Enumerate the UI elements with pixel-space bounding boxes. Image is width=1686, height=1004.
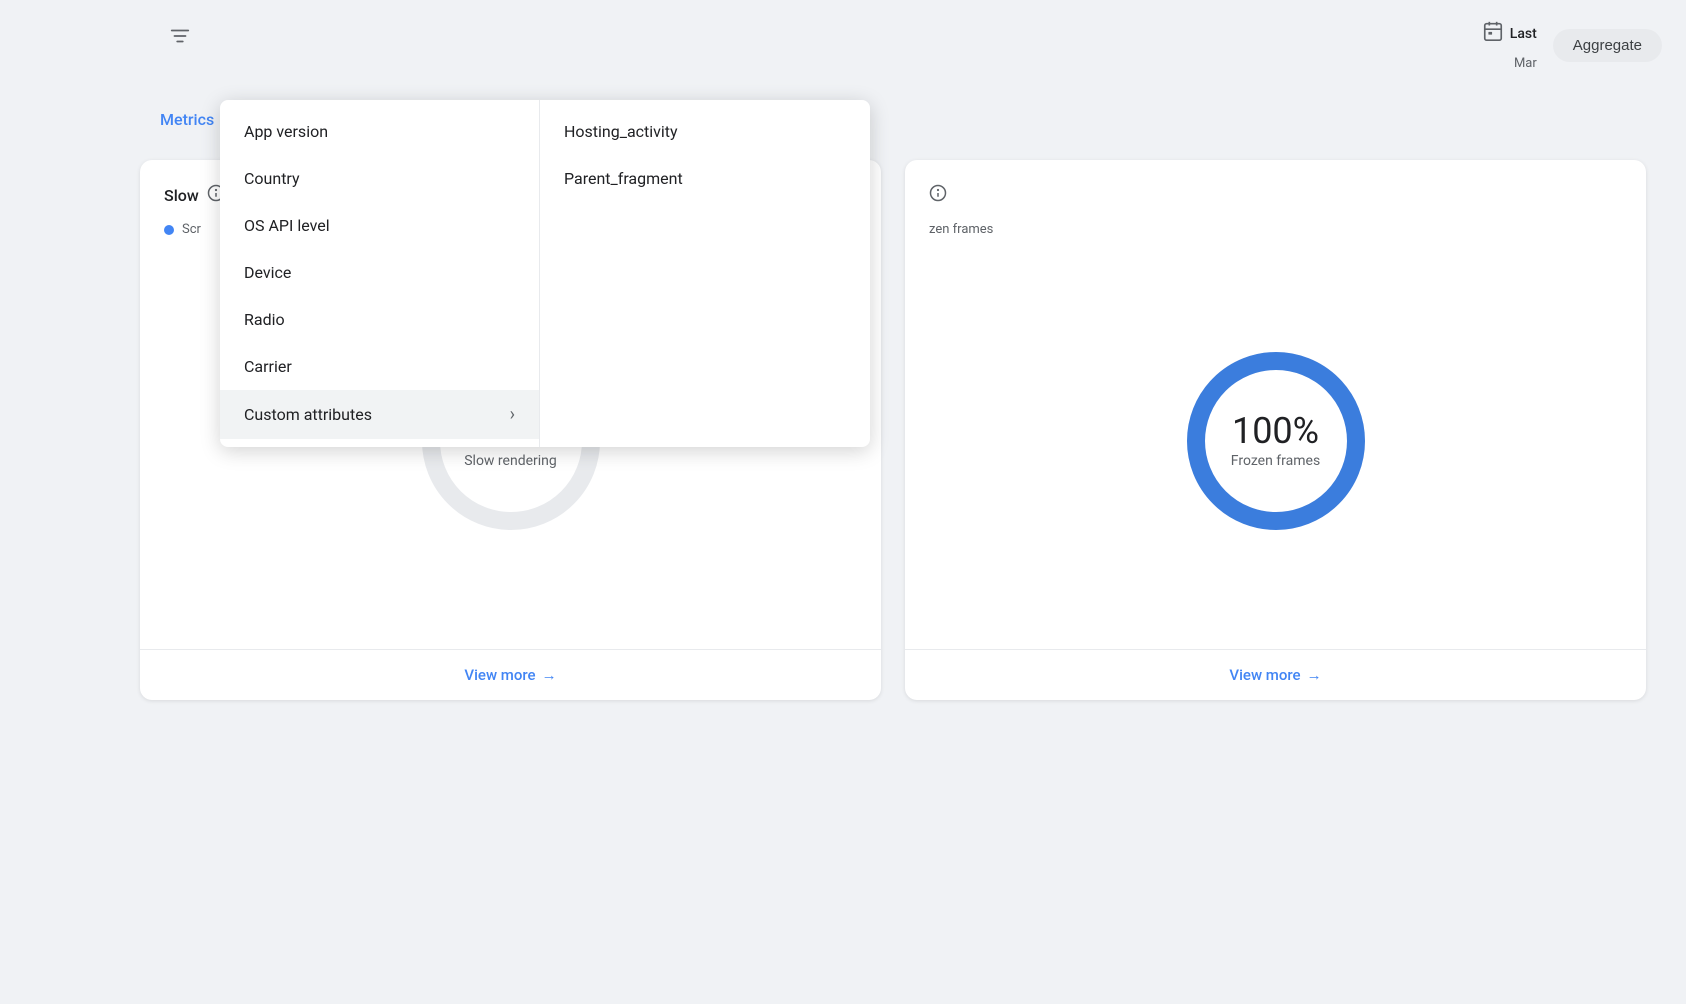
dropdown-item-radio[interactable]: Radio (220, 296, 539, 343)
view-more-slow[interactable]: View more → (464, 666, 556, 684)
card-subtitle-frozen: zen frames (905, 218, 1646, 249)
date-info-row: Last (1482, 20, 1537, 48)
dropdown-right-column: Hosting_activity Parent_fragment (540, 100, 870, 447)
dropdown-item-label: Custom attributes (244, 405, 372, 424)
subtitle-text-slow: Scr (182, 222, 201, 237)
filter-button[interactable] (160, 16, 200, 56)
date-info: Last Mar (1482, 20, 1537, 71)
chevron-right-icon: › (510, 404, 515, 425)
dropdown-item-device[interactable]: Device (220, 249, 539, 296)
donut-label-slow: Slow rendering (464, 453, 557, 469)
dropdown-item-app-version[interactable]: App version (220, 108, 539, 155)
last-label: Last (1510, 26, 1537, 42)
view-more-frozen[interactable]: View more → (1229, 666, 1321, 684)
metrics-label: Metrics (160, 110, 214, 129)
card-header-frozen (905, 160, 1646, 218)
dot-blue-slow (164, 225, 174, 235)
donut-frozen: 100% Frozen frames (1166, 331, 1386, 551)
subtitle-text-frozen: zen frames (929, 222, 993, 237)
date-value: Mar (1514, 56, 1537, 71)
dropdown-item-label: Radio (244, 310, 285, 329)
dropdown-item-label: App version (244, 122, 328, 141)
arrow-icon-slow: → (542, 666, 557, 684)
donut-center-frozen: 100% Frozen frames (1231, 413, 1320, 469)
calendar-icon (1482, 20, 1504, 48)
dropdown-item-custom-attributes[interactable]: Custom attributes › (220, 390, 539, 439)
top-right-controls: Last Mar Aggregate (1482, 20, 1662, 71)
dropdown-item-parent-fragment[interactable]: Parent_fragment (540, 155, 870, 202)
dropdown-item-label: Hosting_activity (564, 122, 678, 141)
dropdown-item-label: Country (244, 169, 300, 188)
frozen-frames-card: zen frames 100% Frozen frames View more … (905, 160, 1646, 700)
dropdown-left-column: App version Country OS API level Device … (220, 100, 540, 447)
donut-label-frozen: Frozen frames (1231, 453, 1320, 469)
dropdown-item-country[interactable]: Country (220, 155, 539, 202)
dropdown-item-label: Parent_fragment (564, 169, 683, 188)
view-more-label-slow: View more (464, 666, 535, 684)
card-footer-frozen: View more → (905, 649, 1646, 700)
card-footer-slow: View more → (140, 649, 881, 700)
dropdown-item-label: OS API level (244, 216, 330, 235)
dropdown-item-carrier[interactable]: Carrier (220, 343, 539, 390)
card-body-frozen: 100% Frozen frames (905, 249, 1646, 649)
view-more-label-frozen: View more (1229, 666, 1300, 684)
dropdown-item-label: Device (244, 263, 291, 282)
card-title-slow: Slow (164, 186, 199, 205)
dropdown-item-os-api-level[interactable]: OS API level (220, 202, 539, 249)
arrow-icon-frozen: → (1307, 666, 1322, 684)
dropdown-item-label: Carrier (244, 357, 292, 376)
dropdown-menu: App version Country OS API level Device … (220, 100, 870, 447)
info-icon-frozen (929, 184, 947, 206)
aggregate-button[interactable]: Aggregate (1553, 29, 1662, 62)
dropdown-item-hosting-activity[interactable]: Hosting_activity (540, 108, 870, 155)
donut-percent-frozen: 100% (1231, 413, 1320, 449)
